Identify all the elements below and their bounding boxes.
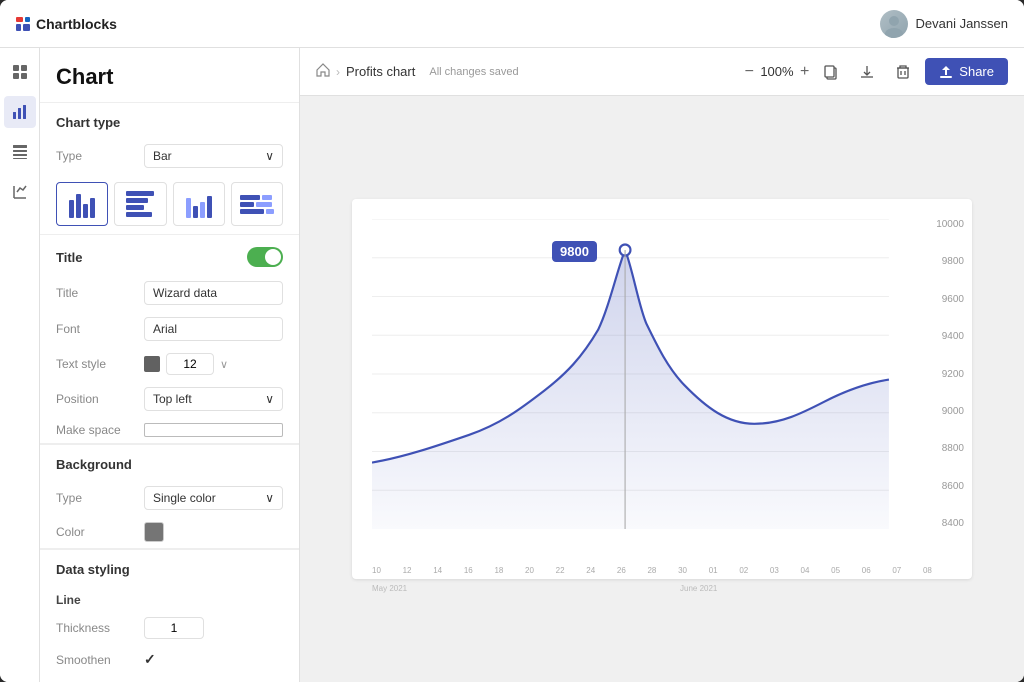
x-axis: 10 12 14 16 18 20 22 24 26 28 30 01 02 0…: [372, 566, 932, 575]
text-style-row: Text style ∨: [40, 347, 299, 381]
bg-type-row: Type Single color ∨: [40, 480, 299, 516]
delete-btn[interactable]: [889, 58, 917, 86]
bg-type-select[interactable]: Single color ∨: [144, 486, 283, 510]
bg-chevron-icon: ∨: [265, 491, 274, 505]
chevron-down-icon: ∨: [265, 149, 274, 163]
breadcrumb: › Profits chart All changes saved: [316, 63, 519, 80]
thickness-row: Thickness: [40, 611, 299, 645]
home-icon[interactable]: [316, 63, 330, 80]
section-chart-type: Chart type: [40, 102, 299, 138]
main-layout: Chart Chart type Type Bar ∨: [0, 48, 1024, 682]
sidebar-item-chart[interactable]: [4, 96, 36, 128]
breadcrumb-separator: ›: [336, 65, 340, 79]
chart-type-row: Type Bar ∨: [40, 138, 299, 174]
top-bar: Chartblocks Devani Janssen: [0, 0, 1024, 48]
text-style-label: Text style: [56, 357, 136, 371]
text-color-swatch[interactable]: [144, 356, 160, 372]
position-chevron-icon: ∨: [265, 392, 274, 406]
smoothen-checkmark[interactable]: ✓: [144, 651, 156, 668]
breadcrumb-saved-status: All changes saved: [429, 66, 518, 78]
chart-type-select[interactable]: Bar ∨: [144, 144, 283, 168]
bg-color-swatch[interactable]: [144, 522, 164, 542]
chart-svg: [372, 219, 932, 529]
user-name: Devani Janssen: [916, 16, 1009, 31]
zoom-control: − 100% +: [745, 64, 810, 80]
section-data-styling: Data styling: [40, 549, 299, 585]
share-button[interactable]: Share: [925, 58, 1008, 85]
title-input-row: Title: [40, 275, 299, 311]
thickness-input[interactable]: [144, 617, 204, 639]
font-input[interactable]: [144, 317, 283, 341]
right-content: › Profits chart All changes saved − 100%…: [300, 48, 1024, 682]
title-field-label: Title: [56, 286, 136, 300]
y-axis: 10000 9800 9600 9400 9200 9000 8800 8600…: [936, 219, 964, 529]
zoom-plus-btn[interactable]: +: [800, 64, 809, 80]
bg-type-label: Type: [56, 491, 136, 505]
make-space-row: Make space: [40, 417, 299, 443]
month-may: May 2021: [372, 584, 680, 593]
chart-container: 9800 10000 9800 9600 9400 9200 9000 8800…: [352, 199, 972, 579]
position-select[interactable]: Top left ∨: [144, 387, 283, 411]
x-axis-months: May 2021 June 2021: [372, 584, 932, 593]
font-label: Font: [56, 322, 136, 336]
section-title-label: Title: [56, 250, 83, 265]
make-space-label: Make space: [56, 423, 136, 437]
chart-thumb-stacked[interactable]: [114, 182, 166, 226]
color-label: Color: [56, 525, 136, 539]
sidebar-item-table[interactable]: [4, 136, 36, 168]
logo: Chartblocks: [16, 16, 117, 32]
chart-tooltip: 9800: [552, 241, 597, 262]
font-row: Font: [40, 311, 299, 347]
make-space-checkbox[interactable]: [144, 423, 283, 437]
toolbar-right: − 100% +: [745, 58, 1008, 86]
chart-area: 9800 10000 9800 9600 9400 9200 9000 8800…: [300, 96, 1024, 682]
chart-thumb-horizontal[interactable]: [231, 182, 283, 226]
month-june: June 2021: [680, 584, 932, 593]
copy-btn[interactable]: [817, 58, 845, 86]
left-panel: Chart Chart type Type Bar ∨: [40, 48, 300, 682]
zoom-minus-btn[interactable]: −: [745, 64, 754, 80]
top-bar-left: Chartblocks: [16, 16, 117, 32]
panel-title: Chart: [40, 48, 299, 102]
app-name: Chartblocks: [36, 16, 117, 32]
avatar: [880, 10, 908, 38]
smoothen-label: Smoothen: [56, 653, 136, 667]
font-size-chevron[interactable]: ∨: [220, 358, 228, 371]
logo-icon: [16, 17, 30, 31]
type-label: Type: [56, 149, 136, 163]
section-background: Background: [40, 444, 299, 480]
color-row: Color: [40, 516, 299, 548]
position-label: Position: [56, 392, 136, 406]
title-input[interactable]: [144, 281, 283, 305]
breadcrumb-current: Profits chart: [346, 64, 415, 79]
sidebar-item-axis[interactable]: [4, 176, 36, 208]
points-subsection: Points: [40, 674, 299, 682]
chart-thumb-bar[interactable]: [56, 182, 108, 226]
line-subsection: Line: [40, 585, 299, 611]
zoom-level: 100%: [758, 64, 796, 79]
download-btn[interactable]: [853, 58, 881, 86]
sidebar-item-grid[interactable]: [4, 56, 36, 88]
icon-bar: [0, 48, 40, 682]
breadcrumb-bar: › Profits chart All changes saved − 100%…: [300, 48, 1024, 96]
thickness-label: Thickness: [56, 621, 136, 635]
position-row: Position Top left ∨: [40, 381, 299, 417]
chart-type-grid: [40, 174, 299, 234]
title-toggle[interactable]: [247, 247, 283, 267]
smoothen-row: Smoothen ✓: [40, 645, 299, 674]
font-size-input[interactable]: [166, 353, 214, 375]
chart-thumb-grouped[interactable]: [173, 182, 225, 226]
top-bar-right: Devani Janssen: [880, 10, 1009, 38]
